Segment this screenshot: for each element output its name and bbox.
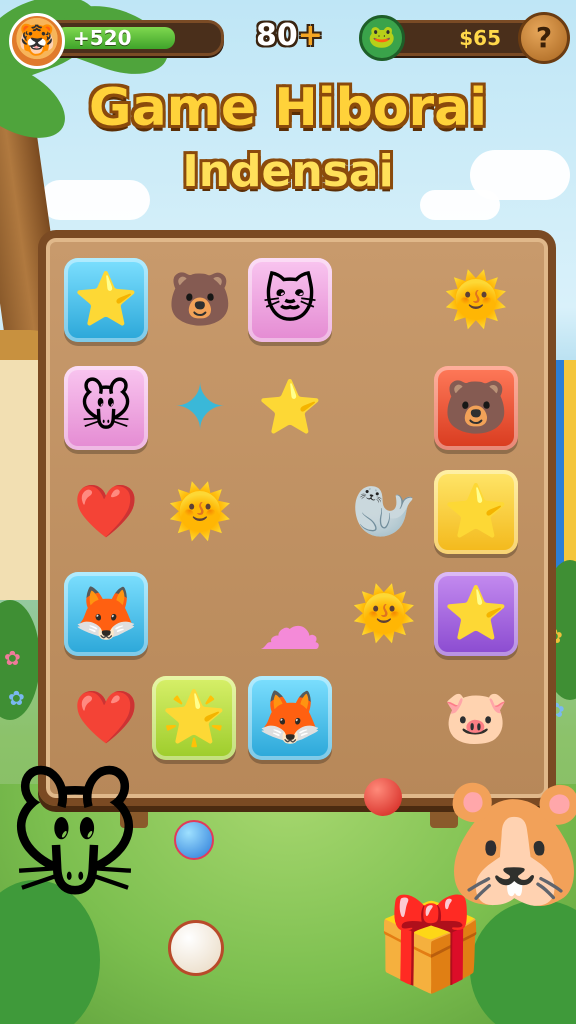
mouse-character: 🐭 <box>7 764 143 916</box>
bear-tile[interactable]: 🐻 <box>158 258 242 342</box>
sun-creature-tile[interactable]: 🌞 <box>434 258 518 342</box>
red-ball[interactable] <box>364 778 402 816</box>
blue-star-tile[interactable]: ✦ <box>158 366 242 450</box>
add-moves-button[interactable]: + <box>298 18 323 53</box>
score-value: +520 <box>73 26 132 50</box>
blue-ball[interactable] <box>174 820 214 860</box>
fox-tile[interactable]: 🦊 <box>64 572 148 656</box>
help-button[interactable]: ? <box>518 12 570 64</box>
game-subtitle: Indensai <box>182 146 394 197</box>
moves-value: 80 <box>256 18 298 53</box>
star-tile[interactable]: ⭐ <box>64 258 148 342</box>
star-tile[interactable]: ⭐ <box>434 470 518 554</box>
player-avatar[interactable]: 🐯 <box>9 13 65 69</box>
bear-tile[interactable]: 🐻 <box>434 366 518 450</box>
mouse-tile[interactable]: 🐭 <box>64 366 148 450</box>
flower-icon: ✿ <box>8 686 25 710</box>
fox-tile[interactable]: 🦊 <box>248 676 332 760</box>
seal-tile[interactable]: 🦭 <box>342 470 426 554</box>
heart-tile[interactable]: ❤️ <box>64 470 148 554</box>
star-tile[interactable]: ⭐ <box>434 572 518 656</box>
happy-star-tile[interactable]: 🌟 <box>152 676 236 760</box>
white-ball[interactable] <box>168 920 224 976</box>
sun-creature-tile[interactable]: 🌞 <box>342 572 426 656</box>
star-tile[interactable]: ⭐ <box>248 366 332 450</box>
moves-counter: 80+ <box>256 18 323 53</box>
pet-currency-icon: 🐸 <box>359 15 405 61</box>
flower-icon: ✿ <box>4 646 21 670</box>
sun-creature-tile[interactable]: 🌞 <box>158 470 242 554</box>
gift-box[interactable]: 🎁 <box>374 890 486 1000</box>
game-title: Game Hiborai <box>88 78 488 138</box>
money-value: $65 <box>459 26 501 50</box>
cloud-tile[interactable]: ☁ <box>248 586 332 670</box>
cat-tile[interactable]: 🐱 <box>248 258 332 342</box>
score-bar: 🐯 +520 <box>9 13 224 69</box>
